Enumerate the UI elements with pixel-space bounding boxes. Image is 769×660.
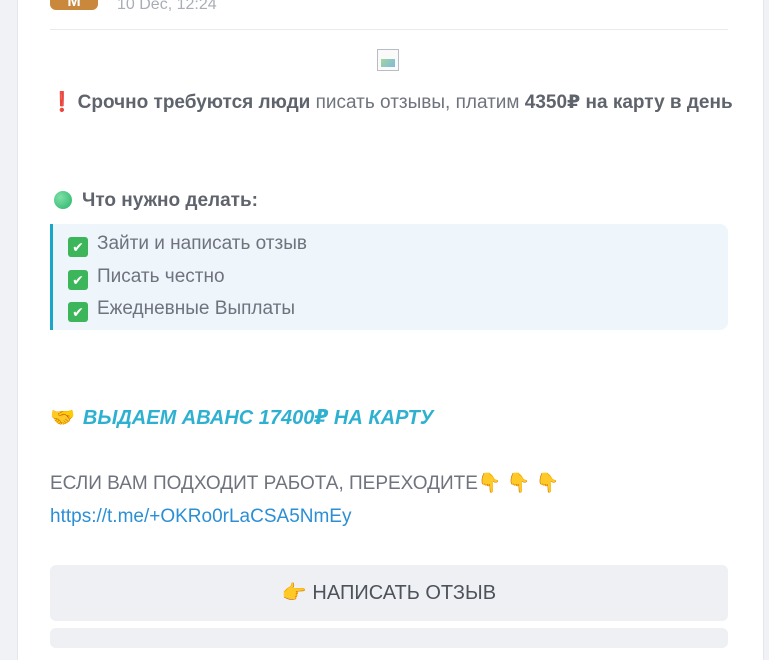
check-mark-icon: ✔ <box>68 302 88 322</box>
cta-line: ЕСЛИ ВАМ ПОДХОДИТ РАБОТА, ПЕРЕХОДИТЕ👇 👇 … <box>50 467 559 500</box>
avatar[interactable]: M <box>50 0 98 10</box>
green-circle-icon <box>54 191 72 209</box>
post-header: M 10 Dec, 12:24 <box>50 0 728 30</box>
telegram-link[interactable]: https://t.me/+OKRo0rLaCSA5NmEy <box>50 500 351 533</box>
write-review-button[interactable]: 👉 НАПИСАТЬ ОТЗЫВ <box>50 565 728 621</box>
checklist-quote: ✔ Зайти и написать отзыв ✔ Писать честно ✔… <box>50 224 728 330</box>
pointing-right-icon: 👉 <box>281 582 307 604</box>
list-item-label: Зайти и написать отзыв <box>97 233 307 254</box>
todo-title-label: Что нужно делать: <box>82 190 258 211</box>
pointing-down-icon: 👇 👇 👇 <box>477 473 560 494</box>
todo-title: Что нужно делать: <box>50 184 258 217</box>
list-item-label: Ежедневные Выплаты <box>97 298 295 319</box>
advance-line: 🤝 ВЫДАЕМ АВАНС 17400₽ НА КАРТУ <box>50 402 433 435</box>
headline-text: писать отзывы, платим <box>310 92 525 113</box>
check-mark-icon: ✔ <box>68 237 88 257</box>
list-item: ✔ Зайти и написать отзыв <box>68 228 728 261</box>
list-item: ✔ Ежедневные Выплаты <box>68 293 728 326</box>
post-timestamp: 10 Dec, 12:24 <box>117 0 217 13</box>
write-review-button-label: НАПИСАТЬ ОТЗЫВ <box>312 582 497 604</box>
list-item: ✔ Писать честно <box>68 261 728 294</box>
list-item-label: Писать честно <box>97 265 225 287</box>
handshake-icon: 🤝 <box>50 407 75 429</box>
headline-amount: 4350₽ на карту в день <box>524 92 733 113</box>
check-mark-icon: ✔ <box>68 269 88 290</box>
exclamation-icon: ❗ <box>50 92 74 113</box>
cta-text: ЕСЛИ ВАМ ПОДХОДИТ РАБОТА, ПЕРЕХОДИТЕ <box>50 473 478 494</box>
post-headline: ❗ Срочно требуются люди писать отзывы, пл… <box>50 86 740 119</box>
headline-bold: Срочно требуются люди <box>77 92 311 113</box>
next-button[interactable] <box>50 628 728 648</box>
broken-image-icon <box>377 49 399 71</box>
advance-text: ВЫДАЕМ АВАНС 17400₽ НА КАРТУ <box>82 407 434 429</box>
